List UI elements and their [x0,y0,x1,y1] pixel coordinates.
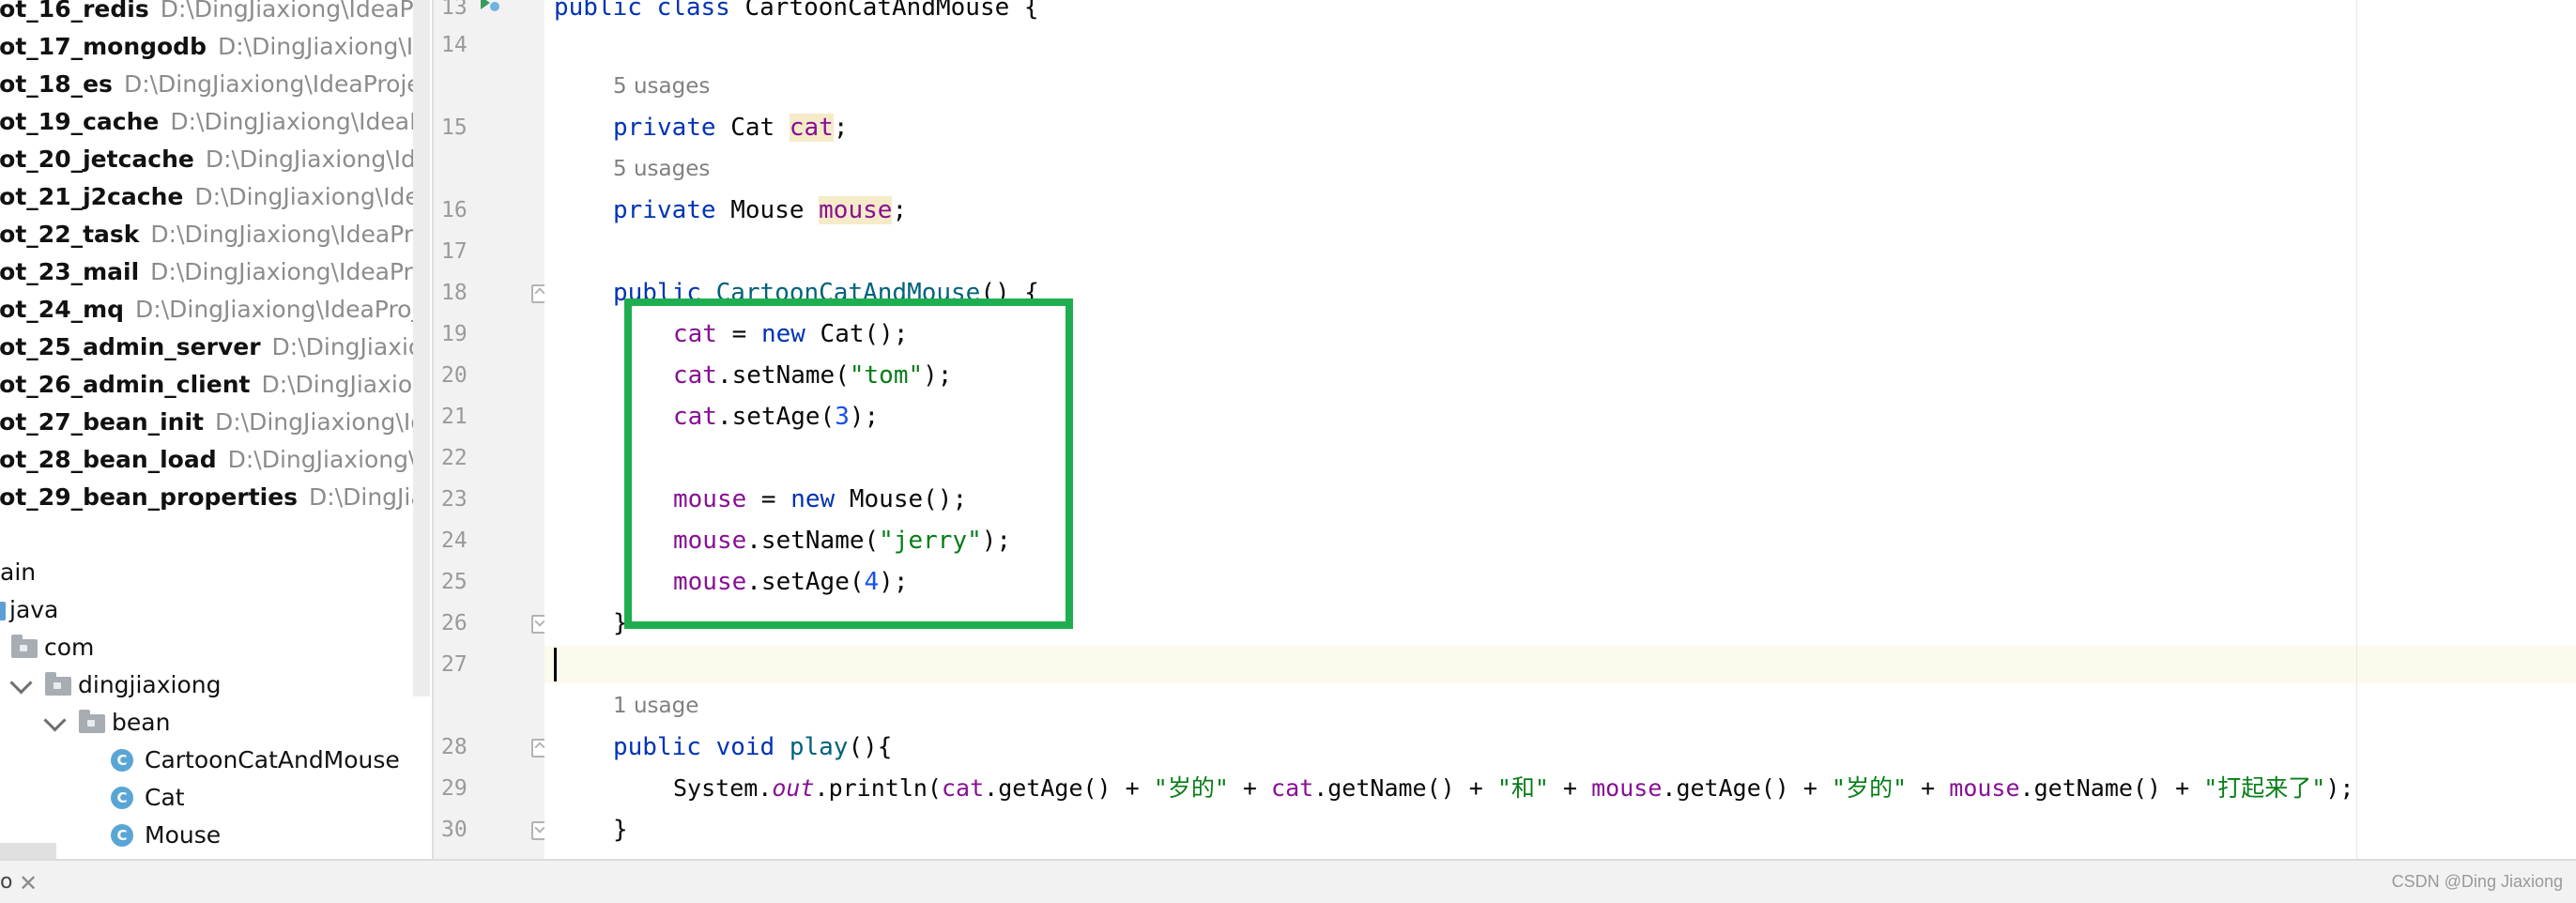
right-margin-guide [2356,0,2357,859]
close-icon[interactable]: ✕ [19,870,38,896]
tree-item-main[interactable]: ain [0,554,36,591]
tree-module-item[interactable]: oot_24_mqD:\DingJiaxiong\IdeaProjects [0,291,430,329]
project-tree-panel: oot_16_redisD:\DingJiaxiong\IdeaProjects… [0,0,430,859]
run-gutter-icon[interactable] [477,0,501,13]
line-number: 27 [441,652,468,677]
tree-item-label: Mouse [145,821,222,849]
line-number: 23 [441,487,468,512]
tree-module-item[interactable]: oot_29_bean_propertiesD:\DingJiaxiong\Id… [0,479,430,516]
tree-item-dingjiaxiong[interactable]: dingjiaxiong [0,666,282,704]
code-line[interactable]: private Mouse mouse; [613,191,907,229]
tree-module-item[interactable]: oot_16_redisD:\DingJiaxiong\IdeaProjects [0,0,430,28]
tree-item-bean[interactable]: bean [0,704,282,742]
tree-module-item[interactable]: oot_27_bean_initD:\DingJiaxiong\IdeaProj… [0,404,430,441]
line-number: 25 [441,570,468,594]
line-number: 14 [441,33,468,57]
tree-module-item[interactable]: oot_18_esD:\DingJiaxiong\IdeaProjects [0,66,430,103]
tree-item-java[interactable]: java [0,591,113,629]
tree-item-label: com [44,634,95,661]
tree-module-item[interactable]: oot_21_j2cacheD:\DingJiaxiong\IdeaProjec… [0,178,430,216]
tree-item-label: dingjiaxiong [78,671,222,698]
code-line[interactable]: public class CartoonCatAndMouse { [554,0,1039,26]
tree-item-label: Cat [145,784,185,811]
tree-item-label: ain [0,559,37,586]
line-number: 24 [441,528,468,553]
line-number: 13 [441,0,468,20]
tree-module-item[interactable]: oot_20_jetcacheD:\DingJiaxiong\IdeaProje… [0,141,430,178]
tree-module-item[interactable]: oot_19_cacheD:\DingJiaxiong\IdeaProjects [0,103,430,141]
tree-item-label: java [9,596,59,623]
current-line-highlight [544,646,2576,683]
line-number: 20 [441,363,468,388]
package-folder-icon [11,635,38,658]
tree-item-label: CartoonCatAndMouse [145,746,400,773]
watermark: CSDN @Ding Jiaxiong [2391,872,2563,891]
code-line[interactable]: } [613,811,628,849]
package-folder-icon [45,672,71,696]
tree-module-item[interactable]: oot_26_admin_clientD:\DingJiaxiong\IdeaP… [0,366,430,404]
ide-window: oot_16_redisD:\DingJiaxiong\IdeaProjects… [0,0,2576,903]
usages-hint[interactable]: 1 usage [613,689,698,723]
tree-item-label: bean [112,709,171,736]
tree-item-class[interactable]: C Mouse [0,817,413,854]
class-icon: C [111,749,133,772]
status-bar: o ✕ CSDN @Ding Jiaxiong [0,859,2576,903]
line-number: 30 [441,818,468,842]
tree-module-item[interactable]: oot_17_mongodbD:\DingJiaxiong\IdeaProjec… [0,28,430,66]
line-number: 18 [441,281,468,305]
tree-item-class[interactable]: C Cat [0,779,413,817]
chevron-down-icon[interactable] [43,709,67,732]
line-number: 19 [441,322,468,346]
line-number: 21 [441,405,468,429]
line-number: 16 [441,198,468,222]
class-icon: C [111,787,133,809]
usages-hint[interactable]: 5 usages [613,152,710,186]
annotation-highlight-box [624,298,1073,629]
tree-module-item[interactable]: oot_28_bean_loadD:\DingJiaxiong\IdeaProj… [0,441,430,479]
tree-item-com[interactable]: com [0,629,188,666]
tree-item-class[interactable]: C CartoonCatAndMouse [0,742,413,779]
code-line[interactable]: private Cat cat; [613,109,848,146]
line-number: 29 [441,776,468,801]
line-number: 15 [441,115,468,140]
chevron-down-icon[interactable] [9,671,33,695]
text-caret [554,648,557,681]
tree-module-item[interactable]: oot_23_mailD:\DingJiaxiong\IdeaProjects [0,253,430,291]
tree-scroll-thumb[interactable] [0,843,56,859]
tree-scrollbar[interactable] [413,0,430,696]
line-number: 22 [441,446,468,470]
tree-module-item[interactable]: oot_25_admin_serverD:\DingJiaxiong\IdeaP… [0,329,430,366]
line-number: 28 [441,735,468,759]
status-tab-label[interactable]: o [0,870,12,894]
line-number: 17 [441,239,468,264]
line-number: 26 [441,611,468,635]
folder-icon [0,602,6,620]
code-line[interactable]: public void play(){ [613,728,892,766]
tree-module-item[interactable]: oot_22_taskD:\DingJiaxiong\IdeaProjects [0,216,430,253]
class-icon: C [111,824,133,847]
code-line[interactable]: System.out.println(cat.getAge() + "岁的" +… [673,770,2354,807]
package-folder-icon [79,710,105,733]
usages-hint[interactable]: 5 usages [613,69,710,103]
